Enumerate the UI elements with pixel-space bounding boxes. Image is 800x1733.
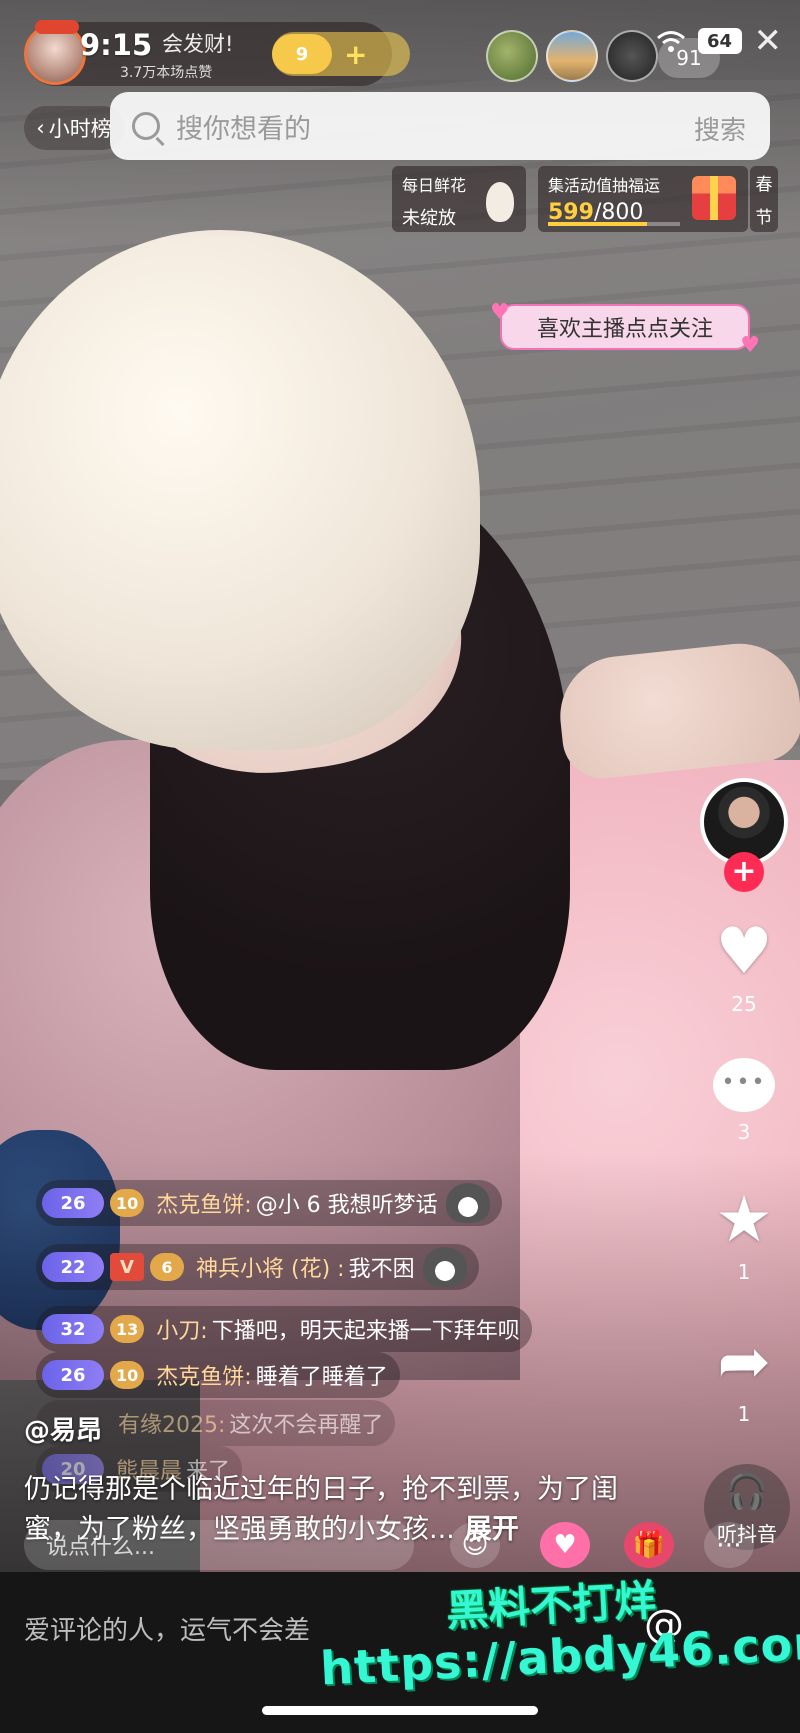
share-button[interactable]: ➦ 1	[704, 1330, 784, 1426]
viewer-avatar[interactable]	[606, 30, 658, 82]
user-level-badge: 32	[42, 1314, 104, 1344]
host-likes: 3.7万本场点赞	[120, 65, 213, 81]
hourly-rank-button[interactable]: ‹ 小时榜	[24, 106, 124, 150]
chat-username[interactable]: 小刀:	[156, 1313, 207, 1345]
chat-input[interactable]: 说点什么...	[24, 1520, 414, 1570]
fan-level-badge: 9	[272, 34, 332, 74]
husky-sticker-icon	[422, 1247, 467, 1287]
viewer-avatar[interactable]	[486, 30, 538, 82]
chat-message[interactable]: 26 10 杰克鱼饼: 睡着了睡着了	[36, 1352, 400, 1398]
search-bar[interactable]: 搜你想看的 搜索	[110, 92, 770, 160]
fan-badge: 10	[110, 1189, 145, 1217]
favorite-count: 1	[737, 1260, 751, 1284]
more-icon[interactable]: ⋯	[704, 1522, 754, 1568]
chat-username[interactable]: 神兵小将 (花) :	[196, 1251, 345, 1283]
search-placeholder[interactable]: 搜你想看的	[176, 107, 311, 146]
user-level-badge: 22	[42, 1252, 104, 1282]
fan-badge: 13	[110, 1315, 145, 1343]
gift-box-icon	[692, 176, 736, 220]
wifi-icon	[656, 31, 685, 52]
husky-sticker-icon	[445, 1183, 490, 1223]
vase-icon	[486, 182, 514, 222]
chat-username[interactable]: 有缘2025:	[118, 1407, 225, 1439]
viewer-avatar[interactable]	[546, 30, 598, 82]
top-viewers[interactable]	[486, 30, 658, 82]
follow-plus-button[interactable]: +	[724, 852, 764, 892]
star-icon: ★	[715, 1183, 773, 1257]
user-level-badge: 26	[42, 1188, 104, 1218]
watermark: 黑料不打烊 https://abdy46.com	[319, 1572, 800, 1722]
like-count: 25	[731, 992, 757, 1016]
spring-festival-tag[interactable]: 春 节	[750, 166, 778, 232]
chat-username[interactable]: 杰克鱼饼:	[156, 1187, 251, 1219]
join-fan-club-plus[interactable]: +	[344, 38, 367, 71]
headphones-icon: 🎧	[725, 1472, 769, 1512]
comment-prompt[interactable]: 爱评论的人，运气不会差	[24, 1610, 310, 1647]
event-progress-bar	[548, 222, 680, 226]
daily-flower-card[interactable]: 每日鲜花 未绽放	[392, 166, 526, 232]
user-level-badge: 26	[42, 1360, 104, 1390]
chat-text: 睡着了睡着了	[255, 1365, 388, 1390]
battery-indicator: 64	[697, 28, 742, 54]
share-count: 1	[737, 1402, 751, 1426]
fan-badge: 6	[150, 1253, 184, 1281]
video-author[interactable]: @易昂	[24, 1410, 102, 1447]
status-indicators: 64 ✕	[656, 24, 783, 58]
fan-badge: 10	[110, 1361, 145, 1389]
like-button[interactable]: ♥ 25	[704, 920, 784, 1016]
host-avatar[interactable]	[24, 20, 86, 85]
share-arrow-icon: ➦	[717, 1325, 771, 1399]
follow-prompt-bubble[interactable]: 喜欢主播点点关注	[490, 300, 760, 358]
chat-text: @小 6 我想听梦话	[255, 1193, 438, 1218]
favorite-button[interactable]: ★ 1	[704, 1188, 784, 1284]
close-icon[interactable]: ✕	[754, 24, 783, 58]
chevron-left-icon: ‹	[36, 116, 45, 140]
festival-char: 节	[755, 208, 773, 228]
chat-message[interactable]: 26 10 杰克鱼饼: @小 6 我想听梦话	[36, 1180, 502, 1226]
search-button[interactable]: 搜索	[694, 110, 746, 147]
hourly-rank-label: 小时榜	[48, 117, 112, 141]
search-icon	[132, 112, 160, 140]
heart-icon: ♥	[715, 915, 773, 989]
chat-text: 下播吧，明天起来播一下拜年呗	[211, 1319, 520, 1344]
status-time: 9:15	[80, 28, 153, 62]
chat-username[interactable]: 杰克鱼饼:	[156, 1359, 251, 1391]
chat-text: 我不困	[348, 1257, 415, 1282]
comment-count: 3	[737, 1120, 751, 1144]
emoji-icon[interactable]: ☺	[450, 1522, 500, 1568]
event-progress-fill	[548, 222, 647, 226]
comment-button[interactable]: 3	[704, 1058, 784, 1144]
vip-badge: V	[110, 1253, 144, 1281]
fan-club-badge[interactable]: 9 +	[272, 32, 410, 76]
comment-icon	[713, 1058, 775, 1112]
event-progress-card[interactable]: 集活动值抽福运 599/800	[538, 166, 748, 232]
festival-char: 春	[755, 175, 773, 195]
gift-icon[interactable]: 🎁	[624, 1522, 674, 1568]
heart-gift-icon[interactable]: ♥	[540, 1522, 590, 1568]
chat-text: 这次不会再醒了	[229, 1413, 384, 1438]
chat-message[interactable]: 22 V 6 神兵小将 (花) : 我不困	[36, 1244, 479, 1290]
chat-message[interactable]: 32 13 小刀: 下播吧，明天起来播一下拜年呗	[36, 1306, 532, 1352]
